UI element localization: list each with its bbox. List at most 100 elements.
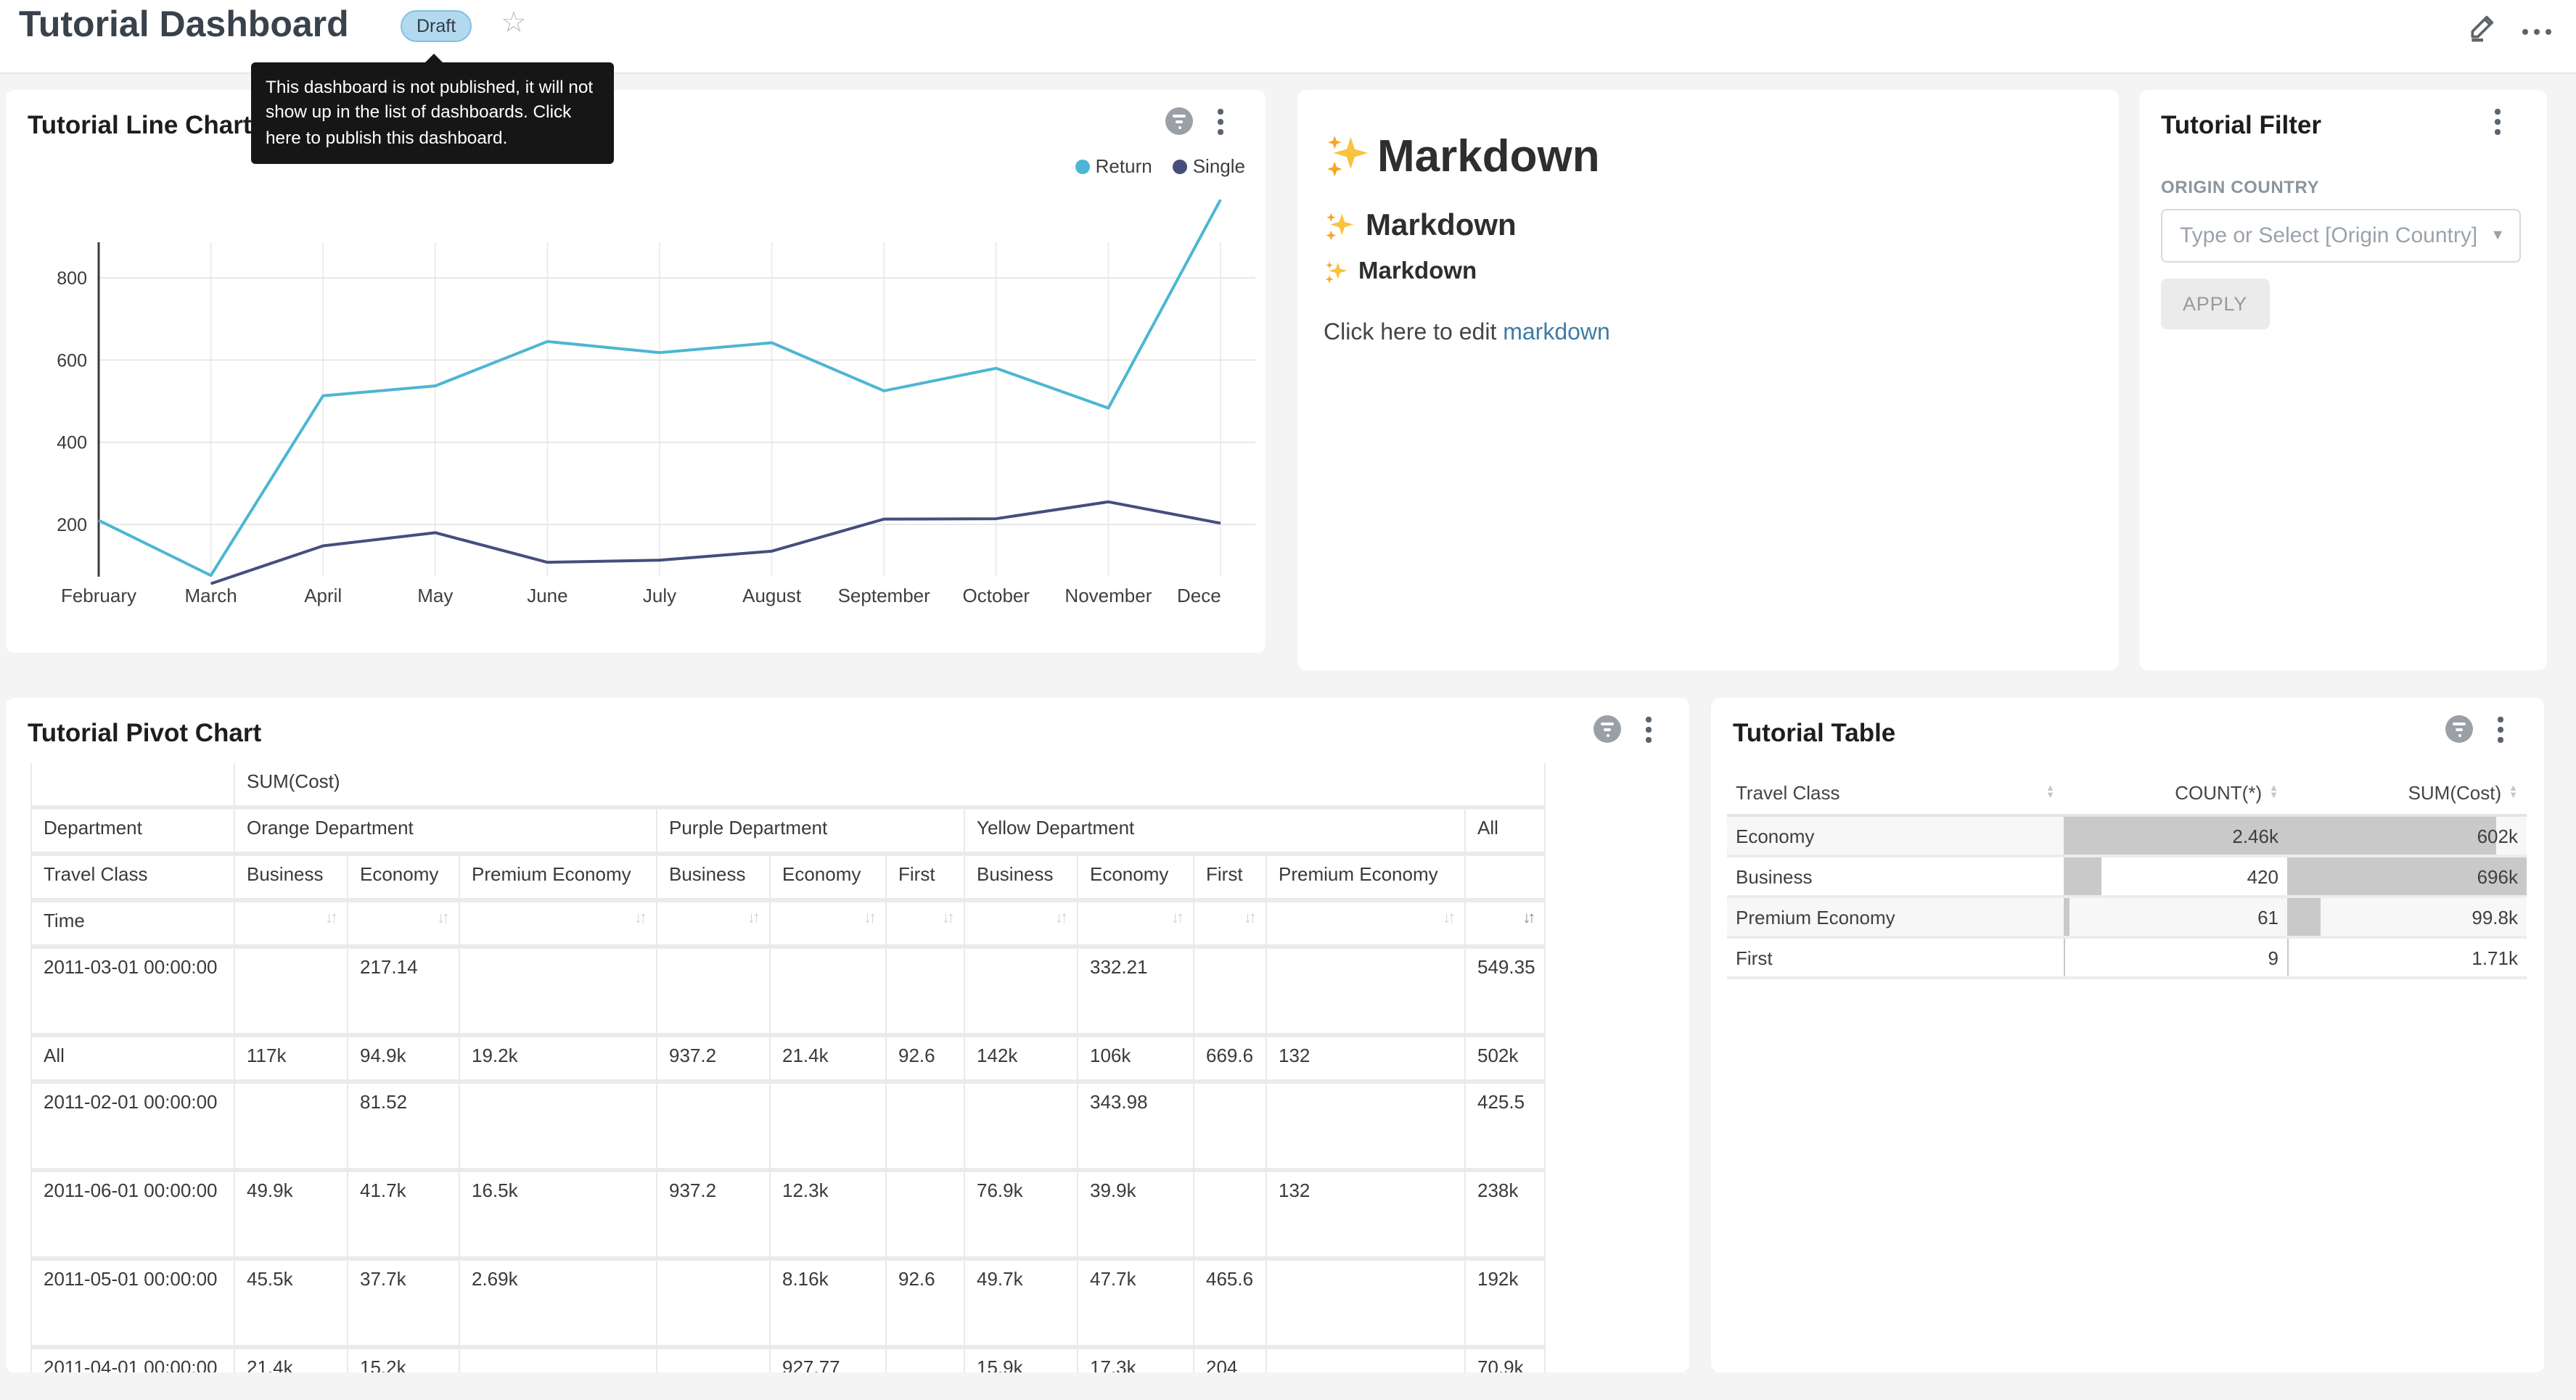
cell-count: 9 (2064, 937, 2287, 978)
pivot-value-cell: 16.5k (460, 1172, 657, 1261)
kebab-icon[interactable] (1643, 714, 1654, 745)
cell-sum-cost: 602k (2287, 815, 2527, 856)
pivot-row: All117k94.9k19.2k937.221.4k92.6142k106k6… (30, 1037, 1546, 1084)
x-axis-label: October (963, 585, 1030, 606)
pivot-value-cell (235, 1084, 348, 1172)
sort-icon[interactable]: ▲▼ (2046, 785, 2055, 799)
apply-button[interactable]: APPLY (2161, 279, 2269, 329)
more-menu-icon[interactable] (2522, 29, 2551, 35)
legend-item-single[interactable]: Single (1173, 155, 1245, 177)
pivot-value-cell: 81.52 (348, 1084, 460, 1172)
x-axis-label: April (304, 585, 342, 606)
line-chart-card: Tutorial Line Chart ReturnSingle 2004006… (6, 90, 1266, 653)
filter-title: Tutorial Filter (2161, 110, 2321, 141)
pivot-value-cell: 37.7k (348, 1261, 460, 1349)
pivot-value-cell: 47.7k (1078, 1261, 1194, 1349)
pivot-value-cell: 238k (1466, 1172, 1546, 1261)
table-row: Premium Economy6199.8k (1727, 897, 2527, 937)
pivot-value-cell: 204 (1194, 1349, 1267, 1372)
pivot-class-header (1466, 856, 1546, 902)
pivot-value-cell: 92.6 (887, 1037, 965, 1084)
col-header-sum-cost[interactable]: SUM(Cost) ▲▼ (2287, 770, 2527, 815)
draft-badge[interactable]: Draft (401, 10, 472, 42)
pivot-value-cell: 21.4k (235, 1349, 348, 1372)
pivot-metric-header: SUM(Cost) (235, 763, 1546, 810)
pivot-value-cell (460, 949, 657, 1037)
pivot-value-cell (887, 1172, 965, 1261)
proportion-bar (2064, 898, 2070, 936)
col-header-count[interactable]: COUNT(*) ▲▼ (2064, 770, 2287, 815)
pivot-value-cell (771, 1084, 887, 1172)
pivot-value-cell: 132 (1267, 1037, 1466, 1084)
pivot-dept-group: Orange Department (235, 810, 657, 856)
sort-icon[interactable]: ↓↑ (634, 910, 644, 930)
legend-dot (1173, 159, 1187, 173)
pivot-value-cell: 49.9k (235, 1172, 348, 1261)
edit-pencil-icon[interactable] (2467, 10, 2499, 42)
pivot-department-row: DepartmentOrange DepartmentPurple Depart… (30, 810, 1546, 856)
sort-icon[interactable]: ↓↑ (747, 910, 758, 930)
pivot-value-cell: 937.2 (657, 1037, 771, 1084)
x-axis-label: September (838, 585, 931, 606)
pivot-class-header: Economy (1078, 856, 1194, 902)
table-row: Business420696k (1727, 856, 2527, 897)
caret-down-icon: ▼ (2490, 228, 2505, 244)
col-header-travel-class[interactable]: Travel Class ▲▼ (1727, 770, 2064, 815)
sort-icon[interactable]: ↓↑ (864, 910, 874, 930)
pivot-value-cell: 41.7k (348, 1172, 460, 1261)
sort-icon[interactable]: ↓↑ (942, 910, 952, 930)
star-icon[interactable]: ☆ (501, 4, 527, 41)
pivot-class-header: Business (657, 856, 771, 902)
sparkles-icon (1324, 132, 1373, 181)
pivot-value-cell: 343.98 (1078, 1084, 1194, 1172)
publish-tooltip: This dashboard is not published, it will… (251, 62, 614, 164)
x-axis-label: December (1177, 585, 1264, 606)
sort-icon[interactable]: ↓↑ (1244, 910, 1254, 930)
sort-icon[interactable]: ↓↑ (325, 910, 335, 930)
kebab-icon[interactable] (2492, 106, 2503, 137)
pivot-value-cell: 332.21 (1078, 949, 1194, 1037)
pivot-value-cell: 132 (1267, 1172, 1466, 1261)
dashboard-page: Tutorial Dashboard Draft ☆ This dashboar… (0, 0, 2576, 1400)
pivot-value-cell: 92.6 (887, 1261, 965, 1349)
pivot-table: SUM(Cost)DepartmentOrange DepartmentPurp… (30, 763, 1546, 1372)
markdown-link[interactable]: markdown (1503, 321, 1610, 345)
pivot-value-cell (1194, 1172, 1267, 1261)
pivot-sort-cell: ↓↑ (1078, 902, 1194, 949)
pivot-value-cell (965, 1084, 1078, 1172)
pivot-dept-group: Yellow Department (965, 810, 1466, 856)
pivot-row: 2011-05-01 00:00:0045.5k37.7k2.69k8.16k9… (30, 1261, 1546, 1349)
pivot-class-header: Premium Economy (1267, 856, 1466, 902)
sort-icon[interactable]: ▲▼ (2269, 785, 2278, 799)
pivot-value-cell: 937.2 (657, 1172, 771, 1261)
sort-icon[interactable]: ▲▼ (2509, 785, 2518, 799)
sort-icon[interactable]: ↓↑ (1443, 910, 1453, 930)
cell-sum-cost: 1.71k (2287, 937, 2527, 978)
pivot-value-cell (460, 1349, 657, 1372)
pivot-class-row: Travel ClassBusinessEconomyPremium Econo… (30, 856, 1546, 902)
sort-icon[interactable]: ↓↑ (1171, 910, 1181, 930)
legend-item-return[interactable]: Return (1075, 155, 1152, 177)
x-axis-label: February (61, 585, 136, 606)
pivot-row: 2011-04-01 00:00:0021.4k15.2k927.7715.9k… (30, 1349, 1546, 1372)
pivot-value-cell (460, 1084, 657, 1172)
sort-icon[interactable]: ↓↑ (1522, 910, 1533, 930)
filter-icon[interactable] (2445, 715, 2473, 743)
pivot-class-header: Economy (771, 856, 887, 902)
kebab-icon[interactable] (2495, 714, 2506, 745)
pivot-value-cell: 549.35 (1466, 949, 1546, 1037)
pivot-sort-cell: ↓↑ (771, 902, 887, 949)
sort-icon[interactable]: ↓↑ (1055, 910, 1065, 930)
cell-travel-class: Economy (1727, 815, 2064, 856)
pivot-value-cell: 15.9k (965, 1349, 1078, 1372)
x-axis-label: July (643, 585, 676, 606)
pivot-dept-group: Purple Department (657, 810, 965, 856)
sort-icon[interactable]: ↓↑ (437, 910, 447, 930)
origin-country-select[interactable]: Type or Select [Origin Country] ▼ (2161, 209, 2521, 263)
x-axis-label: November (1065, 585, 1152, 606)
x-axis-label: May (417, 585, 453, 606)
pivot-row-label: 2011-04-01 00:00:00 (30, 1349, 235, 1372)
filter-icon[interactable] (1593, 715, 1621, 743)
pivot-value-cell: 8.16k (771, 1261, 887, 1349)
markdown-card: Markdown Markdown Markdown Click here to… (1297, 90, 2119, 670)
